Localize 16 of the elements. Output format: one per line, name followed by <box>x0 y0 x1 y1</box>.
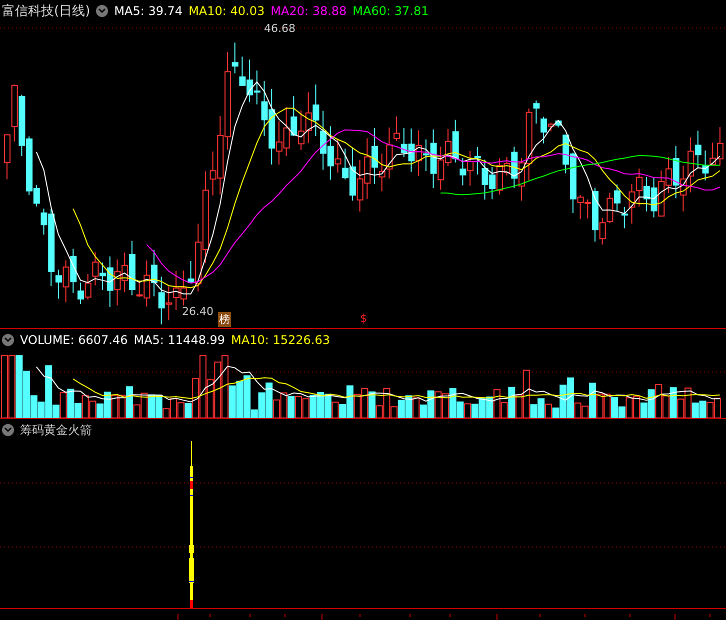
moving-average-label: MA10: 40.03 <box>188 4 265 18</box>
chart-title: 富信科技(日线) <box>2 3 90 20</box>
indicator-title: 筹码黄金火箭 <box>20 422 92 438</box>
volume-label: VOLUME: 6607.46 <box>20 333 128 347</box>
dollar-marker: $ <box>360 312 367 325</box>
dropdown-icon[interactable] <box>2 424 14 436</box>
moving-average-label: MA20: 38.88 <box>270 4 347 18</box>
moving-average-label: MA60: 37.81 <box>352 4 429 18</box>
dropdown-icon[interactable] <box>96 5 108 17</box>
volume-average-label: MA10: 15226.63 <box>231 333 330 347</box>
high-price-label: 46.68 <box>264 22 296 35</box>
volume-average-label: MA5: 11448.99 <box>134 333 226 347</box>
ranking-badge: 榜 <box>218 312 231 327</box>
low-price-label: 26.40 <box>182 305 214 318</box>
moving-average-label: MA5: 39.74 <box>114 4 183 18</box>
dropdown-icon[interactable] <box>2 334 14 346</box>
